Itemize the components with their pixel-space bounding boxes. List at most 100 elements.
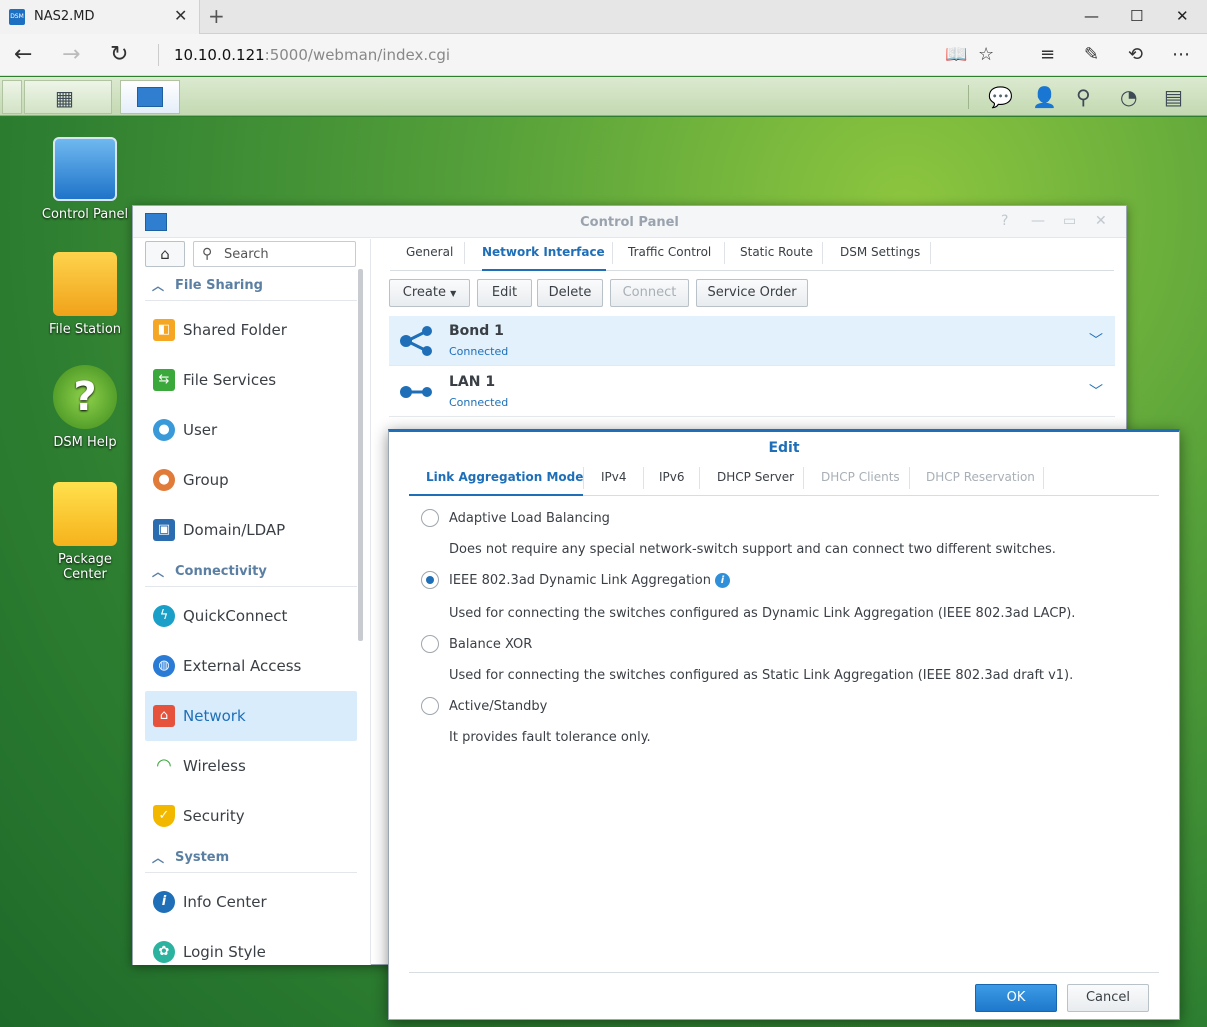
favorite-star-icon[interactable]: ☆: [978, 44, 994, 65]
tab-dhcp-clients[interactable]: DHCP Clients: [821, 470, 900, 484]
close-icon[interactable]: ✕: [1095, 213, 1107, 229]
sidebar-item-group[interactable]: ● Group: [145, 455, 357, 505]
create-button[interactable]: Create ▼: [389, 279, 470, 307]
control-panel-icon: [137, 87, 163, 107]
tab-link-aggregation-mode[interactable]: Link Aggregation Mode: [426, 470, 583, 484]
web-note-icon[interactable]: ✎: [1084, 44, 1099, 65]
tab-separator: [803, 467, 804, 489]
info-icon[interactable]: i: [714, 573, 730, 588]
search-input[interactable]: ⚲ Search: [193, 241, 356, 267]
sidebar-item-quickconnect[interactable]: ϟ QuickConnect: [145, 591, 357, 641]
home-icon: ⌂: [160, 245, 170, 263]
edit-button[interactable]: Edit: [477, 279, 532, 307]
sidebar-item-file-services[interactable]: ⇆ File Services: [145, 355, 357, 405]
user-icon: ●: [153, 419, 175, 441]
grid-icon: ▦: [55, 86, 74, 110]
tab-separator: [612, 242, 613, 264]
close-tab-icon[interactable]: ✕: [174, 6, 187, 25]
interface-row-bond-1[interactable]: Bond 1 Connected ﹀: [389, 316, 1115, 366]
sidebar-item-user[interactable]: ● User: [145, 405, 357, 455]
browser-tab[interactable]: DSM NAS2.MD ✕: [0, 0, 200, 34]
dsm-taskbar: ▦ 💬 👤 ⚲ ◔ ▤: [0, 77, 1207, 116]
sidebar-item-external-access[interactable]: ◍ External Access: [145, 641, 357, 691]
desktop-dsm-help[interactable]: ? DSM Help: [35, 365, 135, 450]
section-file-sharing[interactable]: ︿ File Sharing: [145, 271, 357, 301]
desktop-file-station[interactable]: File Station: [35, 252, 135, 337]
sidebar-item-network[interactable]: ⌂ Network: [145, 691, 357, 741]
user-icon[interactable]: 👤: [1032, 85, 1057, 109]
reading-view-icon[interactable]: 📖: [945, 44, 967, 65]
tab-dhcp-reservation[interactable]: DHCP Reservation: [926, 470, 1035, 484]
section-label: Connectivity: [175, 564, 267, 579]
resource-monitor-icon[interactable]: ◔: [1120, 85, 1137, 109]
url-field[interactable]: 10.10.0.121:5000/webman/index.cgi: [174, 46, 450, 64]
desktop-control-panel[interactable]: Control Panel: [35, 137, 135, 222]
tab-separator: [464, 242, 465, 264]
section-connectivity[interactable]: ︿ Connectivity: [145, 557, 357, 587]
tab-traffic-control[interactable]: Traffic Control: [628, 245, 711, 269]
radio-ieee-802-3ad[interactable]: [421, 571, 439, 589]
sidebar-item-security[interactable]: ✓ Security: [145, 791, 357, 841]
widgets-icon[interactable]: ▤: [1164, 85, 1183, 109]
cancel-button[interactable]: Cancel: [1067, 984, 1149, 1012]
folder-icon: [53, 252, 117, 316]
more-icon[interactable]: ⋯: [1172, 44, 1190, 65]
sidebar-item-label: Info Center: [183, 893, 267, 911]
home-button[interactable]: ⌂: [145, 241, 185, 267]
radio-balance-xor[interactable]: [421, 635, 439, 653]
main-menu-button[interactable]: ▦: [24, 80, 112, 114]
back-icon[interactable]: ←: [14, 42, 32, 67]
globe-icon: ◍: [153, 655, 175, 677]
interface-row-lan-1[interactable]: LAN 1 Connected ﹀: [389, 367, 1115, 417]
radio-active-standby[interactable]: [421, 697, 439, 715]
sidebar-scrollbar[interactable]: [358, 269, 363, 641]
tab-dhcp-server[interactable]: DHCP Server: [717, 470, 794, 484]
minimize-icon[interactable]: —: [1031, 213, 1045, 229]
tab-dsm-settings[interactable]: DSM Settings: [840, 245, 920, 269]
new-tab-icon[interactable]: +: [208, 4, 225, 28]
tab-static-route[interactable]: Static Route: [740, 245, 813, 269]
sidebar-item-label: Wireless: [183, 757, 246, 775]
refresh-icon[interactable]: ↻: [110, 42, 128, 67]
sidebar-item-shared-folder[interactable]: ◧ Shared Folder: [145, 305, 357, 355]
share-icon[interactable]: ⟲: [1128, 44, 1143, 65]
bond-share-icon: [400, 326, 432, 356]
sidebar-item-label: User: [183, 421, 218, 439]
taskbar-control-panel[interactable]: [120, 80, 180, 114]
forward-icon[interactable]: →: [62, 42, 80, 67]
desktop-item-label: Package Center: [58, 552, 112, 582]
connect-button[interactable]: Connect: [610, 279, 689, 307]
minimize-icon[interactable]: —: [1084, 7, 1099, 25]
chevron-down-icon[interactable]: ﹀: [1089, 330, 1103, 350]
sidebar-item-wireless[interactable]: ◠ Wireless: [145, 741, 357, 791]
tab-general[interactable]: General: [406, 245, 453, 269]
hub-icon[interactable]: ≡: [1040, 44, 1055, 65]
tab-network-interface[interactable]: Network Interface: [482, 245, 605, 269]
close-window-icon[interactable]: ✕: [1176, 7, 1189, 25]
section-label: System: [175, 850, 230, 865]
radio-adaptive-load-balancing[interactable]: [421, 509, 439, 527]
sidebar-item-domain-ldap[interactable]: ▣ Domain/LDAP: [145, 505, 357, 555]
chevron-down-icon[interactable]: ﹀: [1089, 381, 1103, 401]
ok-button[interactable]: OK: [975, 984, 1057, 1012]
window-titlebar[interactable]: Control Panel ? — ▭ ✕: [133, 206, 1126, 238]
tab-ipv6[interactable]: IPv6: [659, 470, 685, 484]
service-order-button[interactable]: Service Order: [696, 279, 808, 307]
notifications-icon[interactable]: 💬: [988, 85, 1013, 109]
maximize-icon[interactable]: ▭: [1063, 213, 1076, 229]
sidebar-item-label: External Access: [183, 657, 302, 675]
browser-tab-strip: DSM NAS2.MD ✕ + — ☐ ✕: [0, 0, 1207, 34]
search-icon[interactable]: ⚲: [1076, 85, 1091, 109]
sidebar-item-login-style[interactable]: ✿ Login Style: [145, 927, 357, 965]
tab-ipv4[interactable]: IPv4: [601, 470, 627, 484]
sidebar-item-info-center[interactable]: i Info Center: [145, 877, 357, 927]
maximize-icon[interactable]: ☐: [1130, 7, 1143, 25]
help-icon[interactable]: ?: [1001, 213, 1008, 229]
desktop-package-center[interactable]: Package Center: [35, 482, 135, 582]
wifi-icon: ◠: [156, 755, 172, 776]
delete-button[interactable]: Delete: [537, 279, 603, 307]
sidebar-item-label: QuickConnect: [183, 607, 288, 625]
domain-ldap-icon: ▣: [153, 519, 175, 541]
quickconnect-icon: ϟ: [153, 605, 175, 627]
section-system[interactable]: ︿ System: [145, 843, 357, 873]
